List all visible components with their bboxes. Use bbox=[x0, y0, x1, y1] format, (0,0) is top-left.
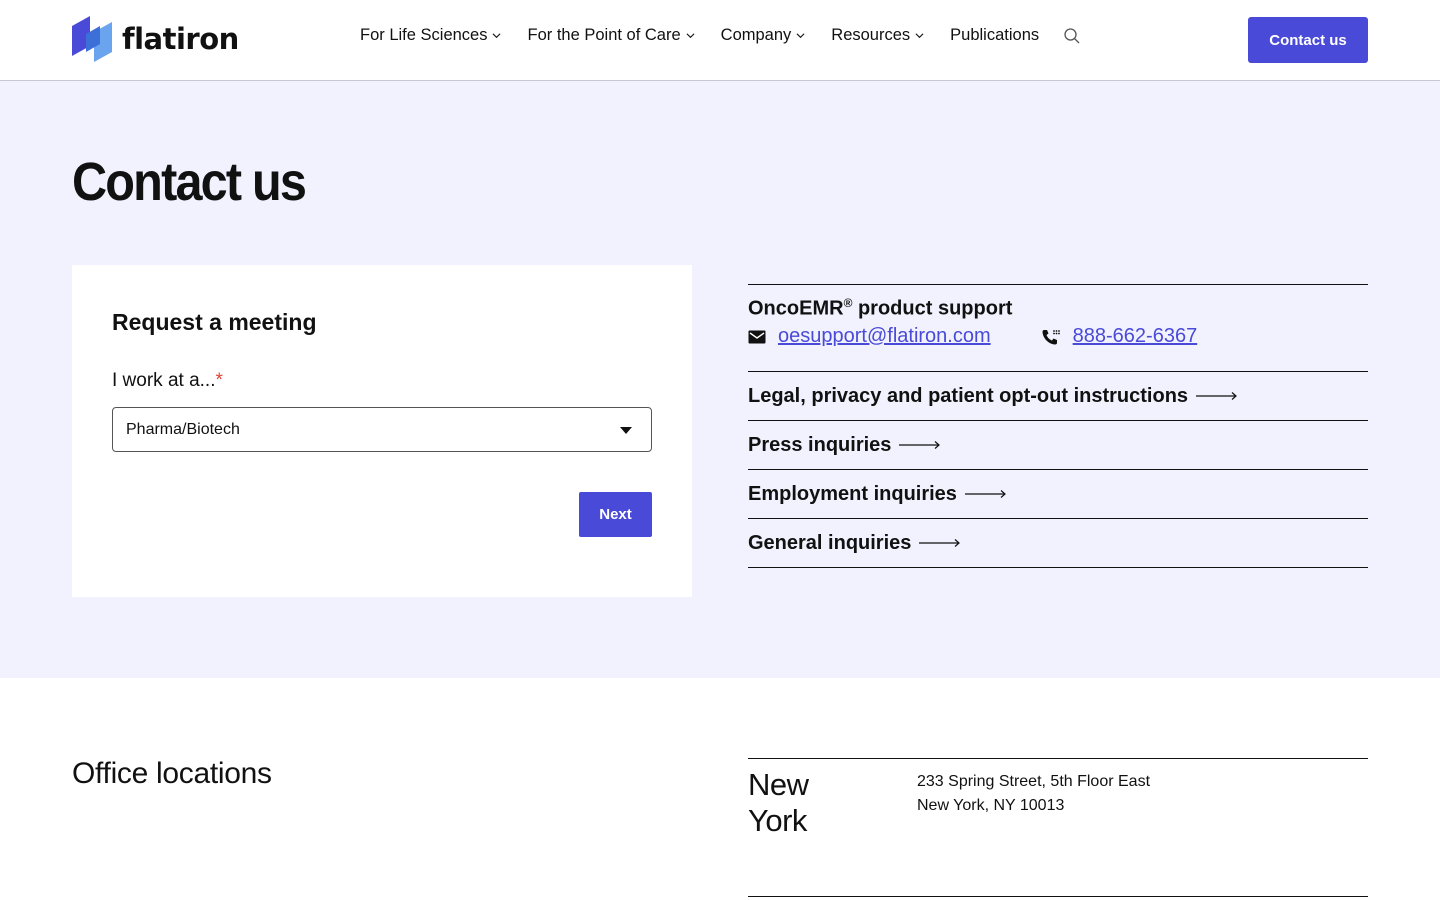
field-label-text: I work at a... bbox=[112, 370, 216, 391]
main-nav: For Life Sciences For the Point of Care … bbox=[360, 26, 1081, 45]
product-support: OncoEMR® product support oesupport@flati… bbox=[748, 284, 1368, 372]
nav-item-company[interactable]: Company bbox=[721, 26, 806, 45]
nav-item-publications[interactable]: Publications bbox=[950, 26, 1039, 45]
contact-us-button[interactable]: Contact us bbox=[1248, 17, 1368, 63]
mail-icon bbox=[748, 330, 766, 343]
flatiron-logo-icon bbox=[72, 16, 112, 62]
arrow-right-icon bbox=[1196, 392, 1237, 400]
logo[interactable]: flatiron bbox=[72, 16, 239, 62]
chevron-down-icon bbox=[915, 33, 924, 39]
site-header: flatiron For Life Sciences For the Point… bbox=[0, 0, 1440, 81]
inquiry-general[interactable]: General inquiries bbox=[748, 519, 1368, 568]
support-title-product: OncoEMR bbox=[748, 297, 844, 320]
meeting-form-card: Request a meeting I work at a...* Pharma… bbox=[72, 265, 692, 597]
nav-item-point-of-care[interactable]: For the Point of Care bbox=[527, 26, 695, 45]
inquiry-press[interactable]: Press inquiries bbox=[748, 421, 1368, 470]
contact-hero: Contact us Request a meeting I work at a… bbox=[0, 81, 1440, 678]
inquiry-label: Press inquiries bbox=[748, 433, 892, 456]
offices-title: Office locations bbox=[72, 757, 272, 790]
address-line-1: 233 Spring Street, 5th Floor East bbox=[917, 773, 1151, 790]
inquiry-label: Employment inquiries bbox=[748, 482, 957, 505]
inquiry-legal[interactable]: Legal, privacy and patient opt-out instr… bbox=[748, 372, 1368, 421]
nav-item-resources[interactable]: Resources bbox=[831, 26, 924, 45]
chevron-down-icon bbox=[493, 33, 501, 39]
select-value: Pharma/Biotech bbox=[126, 420, 240, 438]
chevron-down-icon bbox=[796, 33, 805, 39]
caret-down-icon bbox=[620, 427, 632, 434]
required-mark: * bbox=[215, 370, 223, 391]
nav-item-label: For Life Sciences bbox=[360, 26, 488, 44]
form-title: Request a meeting bbox=[112, 309, 317, 335]
support-phone: 888-662-6367 bbox=[1041, 325, 1198, 348]
search-icon[interactable] bbox=[1063, 27, 1081, 45]
logo-text: flatiron bbox=[122, 22, 239, 56]
work-at-label: I work at a...* bbox=[112, 370, 223, 392]
nav-item-life-sciences[interactable]: For Life Sciences bbox=[360, 26, 501, 45]
phone-icon bbox=[1042, 329, 1060, 344]
office-address: 233 Spring Street, 5th Floor East New Yo… bbox=[917, 770, 1150, 818]
inquiry-employment[interactable]: Employment inquiries bbox=[748, 470, 1368, 519]
inquiry-label: General inquiries bbox=[748, 531, 912, 554]
office-city: New York bbox=[748, 767, 809, 838]
organization-type-select[interactable]: Pharma/Biotech bbox=[112, 407, 652, 452]
support-email-link[interactable]: oesupport@flatiron.com bbox=[778, 325, 991, 348]
arrow-right-icon bbox=[899, 441, 941, 449]
page-title: Contact us bbox=[72, 152, 307, 212]
inquiry-label: Legal, privacy and patient opt-out instr… bbox=[748, 384, 1189, 407]
nav-item-label: Resources bbox=[831, 26, 911, 44]
support-contacts: oesupport@flatiron.com 888-662-6367 bbox=[748, 325, 1197, 348]
nav-item-label: Publications bbox=[950, 26, 1040, 44]
contact-options: OncoEMR® product support oesupport@flati… bbox=[748, 284, 1368, 568]
next-button[interactable]: Next bbox=[579, 492, 652, 537]
nav-item-label: For the Point of Care bbox=[527, 26, 681, 44]
chevron-down-icon bbox=[686, 33, 695, 39]
arrow-right-icon bbox=[919, 539, 961, 547]
office-new-york: New York 233 Spring Street, 5th Floor Ea… bbox=[748, 758, 1368, 897]
nav-item-label: Company bbox=[720, 26, 792, 44]
support-title-suffix: product support bbox=[852, 297, 1013, 320]
address-line-2: New York, NY 10013 bbox=[917, 797, 1065, 814]
support-title: OncoEMR® product support bbox=[748, 296, 1012, 321]
arrow-right-icon bbox=[964, 490, 1006, 498]
support-phone-link[interactable]: 888-662-6367 bbox=[1073, 325, 1198, 348]
